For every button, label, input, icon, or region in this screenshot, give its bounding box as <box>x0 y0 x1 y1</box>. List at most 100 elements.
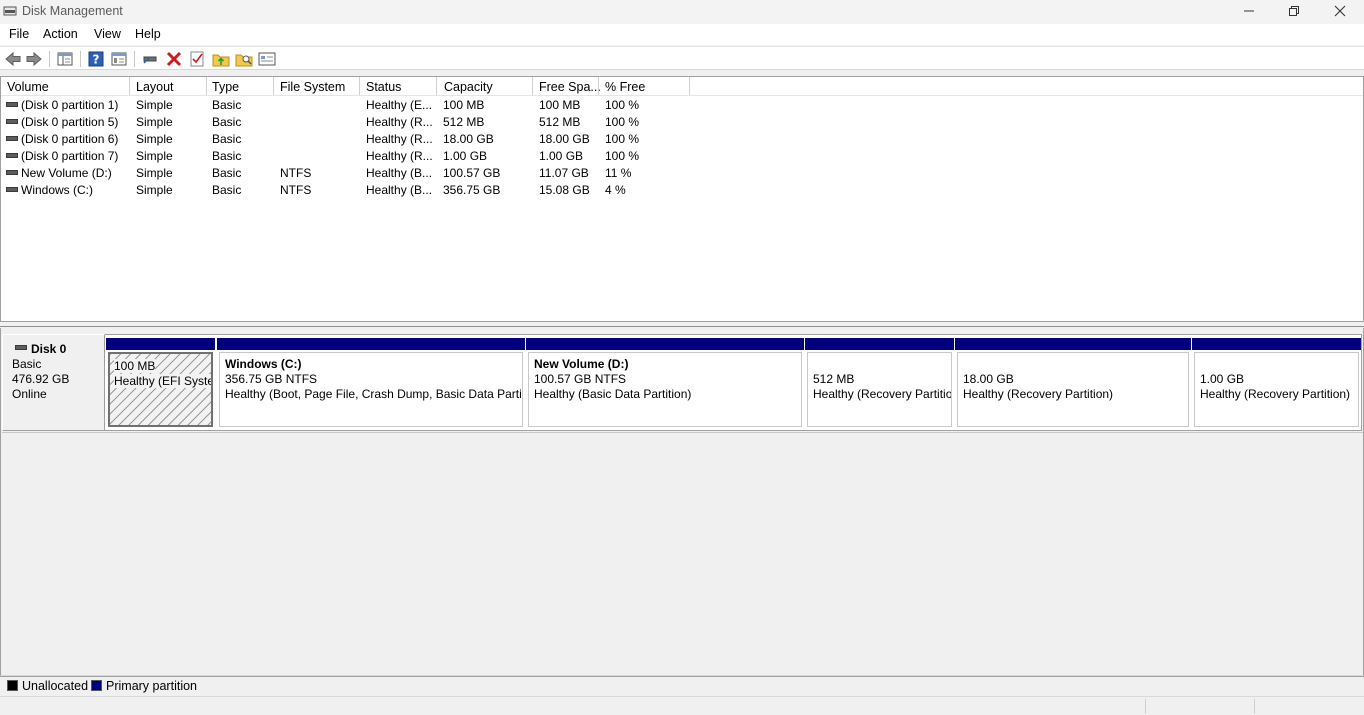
cell-type: Basic <box>212 115 242 129</box>
column-divider[interactable] <box>532 77 533 95</box>
rescan-button[interactable] <box>212 50 230 68</box>
cell-percent-free: 100 % <box>605 115 640 129</box>
partition-efi[interactable]: 100 MB Healthy (EFI System Partition) <box>106 338 215 427</box>
check-button[interactable] <box>188 50 206 68</box>
cell-layout: Simple <box>136 132 173 146</box>
unallocated-swatch <box>7 680 18 691</box>
partition-size: 100.57 GB NTFS <box>534 372 627 386</box>
toolbar-separator <box>49 51 50 67</box>
explore-button[interactable] <box>235 50 253 68</box>
close-button[interactable] <box>1317 0 1363 24</box>
column-header-status[interactable]: Status <box>366 80 401 94</box>
cell-layout: Simple <box>136 183 173 197</box>
pane-splitter[interactable] <box>0 322 1364 327</box>
column-header-percent-free[interactable]: % Free <box>605 80 645 94</box>
menu-help[interactable]: Help <box>135 27 161 41</box>
partition-body: Windows (C:) 356.75 GB NTFS Healthy (Boo… <box>219 352 523 427</box>
disk-management-icon <box>3 6 17 16</box>
cell-type: Basic <box>212 132 242 146</box>
cell-free-space: 11.07 GB <box>539 166 589 180</box>
help-button[interactable]: ? <box>87 50 105 68</box>
column-divider[interactable] <box>689 77 690 95</box>
partition-new-volume-d[interactable]: New Volume (D:) 100.57 GB NTFS Healthy (… <box>526 338 804 427</box>
disk-0-label[interactable]: Disk 0 Basic 476.92 GB Online <box>2 334 105 431</box>
volume-icon <box>6 136 18 141</box>
restore-button[interactable] <box>1271 0 1317 24</box>
partition-status: Healthy (Boot, Page File, Crash Dump, Ba… <box>225 387 523 401</box>
column-header-capacity[interactable]: Capacity <box>444 80 493 94</box>
cell-status: Healthy (R... <box>366 149 433 163</box>
minimize-button[interactable] <box>1226 0 1272 24</box>
cell-percent-free: 100 % <box>605 98 640 112</box>
help-icon: ? <box>88 51 104 67</box>
table-row[interactable]: (Disk 0 partition 7) Simple Basic Health… <box>1 148 701 165</box>
partition-body: New Volume (D:) 100.57 GB NTFS Healthy (… <box>528 352 802 427</box>
column-header-type[interactable]: Type <box>212 80 239 94</box>
partition-bar <box>1192 338 1361 350</box>
menu-action[interactable]: Action <box>43 27 78 41</box>
column-divider[interactable] <box>273 77 274 95</box>
cell-status: Healthy (E... <box>366 98 433 112</box>
cell-free-space: 18.00 GB <box>539 132 590 146</box>
toolbar-separator <box>134 51 135 67</box>
partition-recovery-512mb[interactable]: 512 MB Healthy (Recovery Partition) <box>805 338 954 427</box>
table-row[interactable]: Windows (C:) Simple Basic NTFS Healthy (… <box>1 182 701 199</box>
divider <box>2 432 1363 433</box>
cell-capacity: 100 MB <box>443 98 485 112</box>
connect-disk-icon <box>143 56 157 64</box>
partition-windows-c[interactable]: Windows (C:) 356.75 GB NTFS Healthy (Boo… <box>217 338 525 427</box>
window-title: Disk Management <box>22 4 123 18</box>
column-header-free-space[interactable]: Free Spa... <box>539 80 601 94</box>
legend-unallocated: Unallocated <box>22 679 89 693</box>
cell-status: Healthy (B... <box>366 166 433 180</box>
column-header-volume[interactable]: Volume <box>7 80 49 94</box>
cell-volume: (Disk 0 partition 1) <box>21 98 119 112</box>
cell-volume: (Disk 0 partition 5) <box>21 115 119 129</box>
forward-button[interactable] <box>25 50 43 68</box>
cell-free-space: 15.08 GB <box>539 183 590 197</box>
cell-volume: New Volume (D:) <box>21 166 112 180</box>
cell-layout: Simple <box>136 115 173 129</box>
column-header-layout[interactable]: Layout <box>136 80 174 94</box>
disk-state: Online <box>12 387 47 401</box>
cell-status: Healthy (R... <box>366 115 433 129</box>
back-button[interactable] <box>4 50 22 68</box>
partition-recovery-18gb[interactable]: 18.00 GB Healthy (Recovery Partition) <box>955 338 1191 427</box>
cell-file-system: NTFS <box>280 183 312 197</box>
column-divider[interactable] <box>436 77 437 95</box>
delete-button[interactable] <box>165 50 183 68</box>
cell-percent-free: 100 % <box>605 149 640 163</box>
column-divider[interactable] <box>129 77 130 95</box>
table-row[interactable]: New Volume (D:) Simple Basic NTFS Health… <box>1 165 701 182</box>
partition-status: Healthy (Recovery Partition) <box>813 387 952 401</box>
table-row[interactable]: (Disk 0 partition 5) Simple Basic Health… <box>1 114 701 131</box>
partition-bar <box>955 338 1191 350</box>
primary-partition-swatch <box>91 680 102 691</box>
column-divider[interactable] <box>359 77 360 95</box>
partition-body: 1.00 GB Healthy (Recovery Partition) <box>1194 352 1359 427</box>
column-divider[interactable] <box>598 77 599 95</box>
menu-file[interactable]: File <box>9 27 29 41</box>
show-hide-console-tree-icon <box>57 52 73 66</box>
cell-percent-free: 11 % <box>605 166 632 180</box>
table-row[interactable]: (Disk 0 partition 1) Simple Basic Health… <box>1 97 701 114</box>
properties-button[interactable] <box>110 50 128 68</box>
console-tree-button[interactable] <box>56 50 74 68</box>
properties-icon <box>111 52 127 66</box>
connect-disk-button[interactable] <box>141 50 159 68</box>
partition-name: New Volume (D:) <box>534 357 629 371</box>
column-divider[interactable] <box>206 77 207 95</box>
menu-view[interactable]: View <box>94 27 121 41</box>
partition-recovery-1gb[interactable]: 1.00 GB Healthy (Recovery Partition) <box>1192 338 1361 427</box>
toolbar: ? <box>0 46 1364 70</box>
cell-volume: Windows (C:) <box>21 183 94 197</box>
cell-type: Basic <box>212 149 242 163</box>
cell-capacity: 18.00 GB <box>443 132 494 146</box>
column-header-file-system[interactable]: File System <box>280 80 345 94</box>
cell-layout: Simple <box>136 149 173 163</box>
table-row[interactable]: (Disk 0 partition 6) Simple Basic Health… <box>1 131 701 148</box>
legend-primary-partition: Primary partition <box>106 679 197 693</box>
partition-size: 18.00 GB <box>963 372 1014 386</box>
cell-capacity: 100.57 GB <box>443 166 501 180</box>
settings-button[interactable] <box>258 50 276 68</box>
